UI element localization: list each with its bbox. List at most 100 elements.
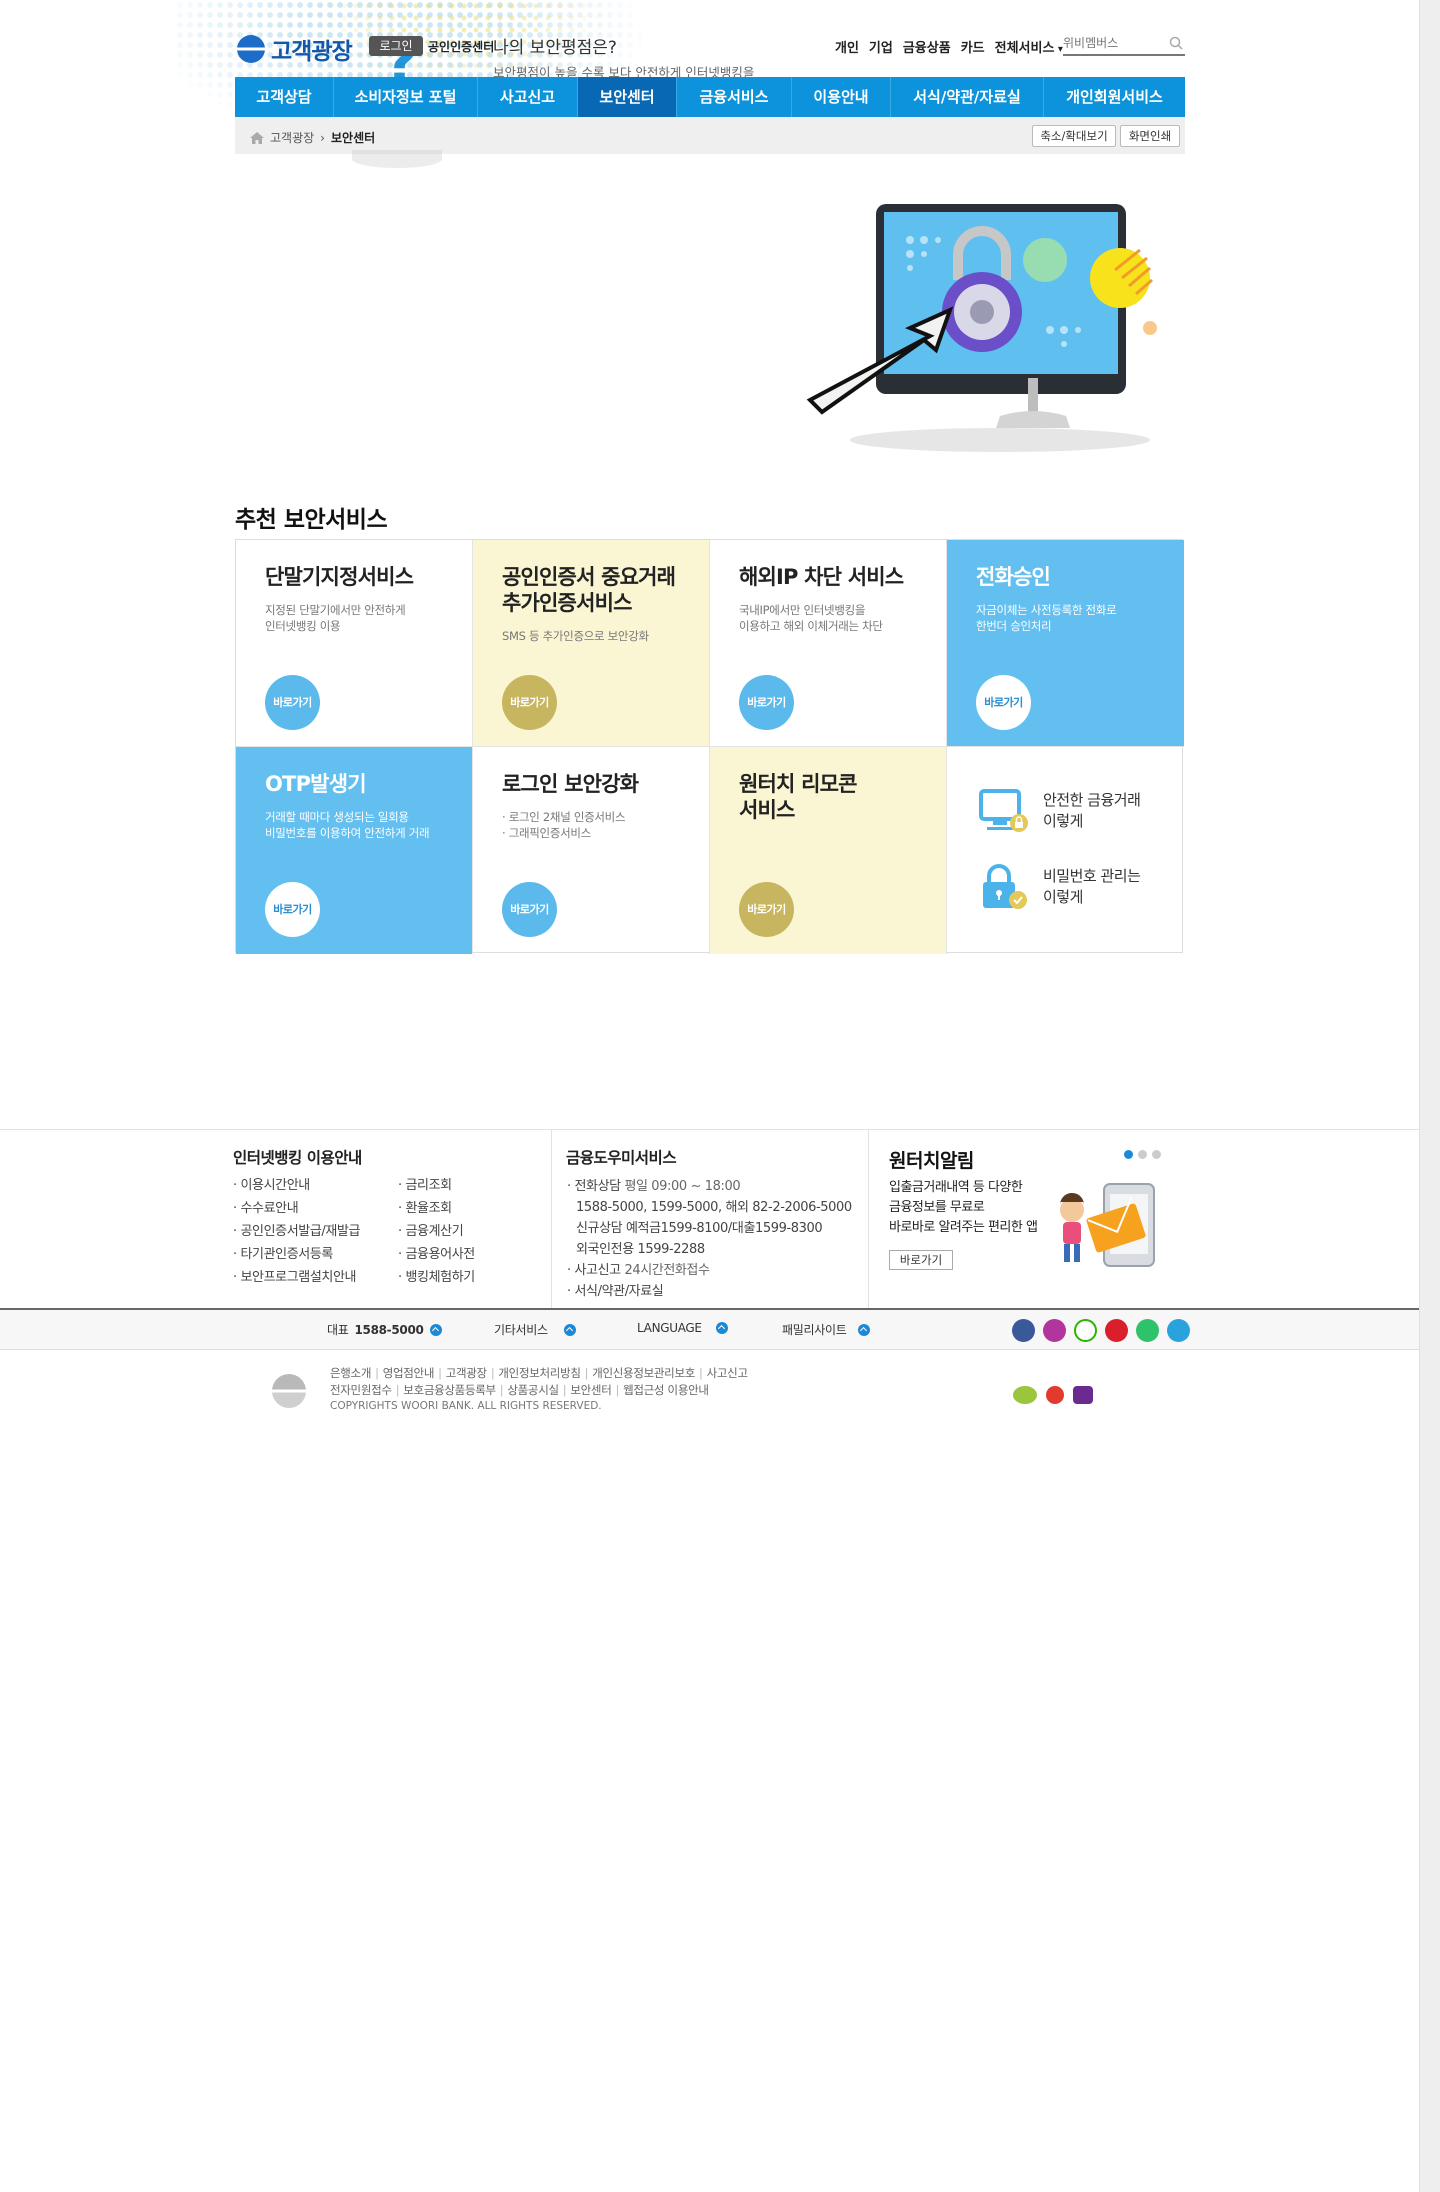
go-button[interactable]: 바로가기 xyxy=(739,675,794,730)
certification-mark-icon xyxy=(1073,1386,1093,1404)
language-dropdown[interactable]: LANGUAGE xyxy=(637,1321,728,1335)
footer-divider xyxy=(868,1129,869,1309)
nav-forms-terms[interactable]: 서식/약관/자료실 xyxy=(891,77,1044,117)
home-icon[interactable] xyxy=(250,131,264,144)
phone-hours: 평일 09:00 ~ 18:00 xyxy=(624,1179,741,1194)
ib-link[interactable]: 금융용어사전 xyxy=(398,1243,475,1266)
service-tile-device[interactable]: 단말기지정서비스 지정된 단말기에서만 안전하게 인터넷뱅킹 이용 바로가기 xyxy=(236,540,473,747)
nav-personal-member[interactable]: 개인회원서비스 xyxy=(1044,77,1185,117)
ib-link[interactable]: 수수료안내 xyxy=(233,1197,360,1220)
security-score-title[interactable]: 나의 보안평점은? xyxy=(493,33,617,58)
social-links xyxy=(1012,1319,1190,1342)
helper-service-list: · 전화상담 평일 09:00 ~ 18:00 1588-5000, 1599-… xyxy=(567,1179,852,1299)
ib-link[interactable]: 환율조회 xyxy=(398,1197,475,1220)
corp-link[interactable]: 개인신용정보관리보호 xyxy=(592,1366,695,1380)
vertical-scrollbar[interactable] xyxy=(1419,0,1440,2192)
top-link-all-services[interactable]: 전체서비스 xyxy=(995,37,1063,56)
corp-link[interactable]: 보안센터 xyxy=(570,1383,611,1397)
tip-safe-transaction[interactable]: 안전한 금융거래 이렇게 xyxy=(979,789,1141,833)
corp-link[interactable]: 개인정보처리방침 xyxy=(498,1366,581,1380)
corp-link[interactable]: 전자민원접수 xyxy=(330,1383,392,1397)
facebook-icon[interactable] xyxy=(1012,1319,1035,1342)
corp-link[interactable]: 상품공시실 xyxy=(507,1383,559,1397)
top-link-products[interactable]: 금융상품 xyxy=(903,37,951,56)
go-button[interactable]: 바로가기 xyxy=(739,882,794,937)
section-title: 추천 보안서비스 xyxy=(235,507,388,533)
go-button[interactable]: 바로가기 xyxy=(976,675,1031,730)
corp-link[interactable]: 영업점안내 xyxy=(383,1366,435,1380)
breadcrumb-current: 보안센터 xyxy=(330,131,376,145)
quality-mark-icon xyxy=(1046,1386,1064,1404)
go-button[interactable]: 바로가기 xyxy=(265,675,320,730)
service-tile-foreign-ip[interactable]: 해외IP 차단 서비스 국내IP에서만 인터넷뱅킹을 이용하고 해외 이체거래는… xyxy=(710,540,947,747)
service-tile-otp[interactable]: OTP발생기 거래할 때마다 생성되는 일회용 비밀번호를 이용하여 안전하게 … xyxy=(236,747,473,954)
corp-link[interactable]: 웹접근성 이용안내 xyxy=(623,1383,709,1397)
login-button[interactable]: 로그인 xyxy=(369,36,423,56)
ib-link[interactable]: 금융계산기 xyxy=(398,1220,475,1243)
service-title: 단말기지정서비스 xyxy=(265,565,414,589)
service-tile-cert-auth[interactable]: 공인인증서 중요거래 추가인증서비스 SMS 등 추가인증으로 보안강화 바로가… xyxy=(473,540,710,747)
service-title: 해외IP 차단 서비스 xyxy=(739,565,904,589)
family-site-dropdown[interactable]: 패밀리사이트 xyxy=(782,1321,871,1338)
woori-logo-icon xyxy=(237,35,265,63)
nav-consumer-portal[interactable]: 소비자정보 포털 xyxy=(334,77,478,117)
ib-link[interactable]: 뱅킹체험하기 xyxy=(398,1266,475,1289)
search-input[interactable] xyxy=(1063,32,1161,54)
etc-services-dropdown[interactable]: 기타서비스 xyxy=(494,1321,576,1338)
service-tile-one-touch[interactable]: 원터치 리모콘 서비스 바로가기 xyxy=(710,747,947,954)
twitter-icon[interactable] xyxy=(1167,1319,1190,1342)
service-desc: 지정된 단말기에서만 안전하게 인터넷뱅킹 이용 xyxy=(265,603,406,633)
print-button[interactable]: 화면인쇄 xyxy=(1120,125,1180,147)
page: 고객광장 ? 로그인 공인인증센터 나의 보안평점은? 보안평점이 높을 수록 … xyxy=(0,0,1419,2192)
corp-link[interactable]: 고객광장 xyxy=(446,1366,487,1380)
ib-link[interactable]: 공인인증서발급/재발급 xyxy=(233,1220,360,1243)
site-logo[interactable]: 고객광장 xyxy=(237,32,353,66)
security-tips-tile: 안전한 금융거래 이렇게 비밀번호 관리는 이렇게 xyxy=(947,747,1184,954)
blog-icon[interactable] xyxy=(1074,1319,1097,1342)
pager-dot[interactable] xyxy=(1152,1150,1161,1159)
nav-customer-consult[interactable]: 고객상담 xyxy=(235,77,334,117)
nav-security-center[interactable]: 보안센터 xyxy=(578,77,677,117)
corp-link[interactable]: 보호금융상품등록부 xyxy=(403,1383,496,1397)
ib-link[interactable]: 타기관인증서등록 xyxy=(233,1243,360,1266)
service-desc: · 로그인 2채널 인증서비스 · 그래픽인증서비스 xyxy=(502,810,626,840)
chevron-up-icon xyxy=(858,1323,871,1336)
decor-swirl xyxy=(352,150,442,168)
pager-dot[interactable] xyxy=(1138,1150,1147,1159)
forms-link[interactable]: 서식/약관/자료실 xyxy=(574,1284,663,1299)
search-icon[interactable] xyxy=(1169,36,1183,50)
top-link-card[interactable]: 카드 xyxy=(961,37,985,56)
service-tile-phone-approval[interactable]: 전화승인 자금이체는 사전등록한 전화로 한번더 승인처리 바로가기 xyxy=(947,540,1184,747)
logo-text: 고객광장 xyxy=(271,39,353,65)
corp-link[interactable]: 은행소개 xyxy=(330,1366,371,1380)
phone-consult-label[interactable]: 전화상담 xyxy=(574,1179,621,1194)
alarm-pager xyxy=(1124,1150,1161,1159)
top-link-business[interactable]: 기업 xyxy=(869,37,893,56)
zoom-button[interactable]: 축소/확대보기 xyxy=(1032,125,1116,147)
service-tile-login-security[interactable]: 로그인 보안강화 · 로그인 2채널 인증서비스 · 그래픽인증서비스 바로가기 xyxy=(473,747,710,954)
alarm-title: 원터치알림 xyxy=(889,1150,974,1172)
ib-link[interactable]: 금리조회 xyxy=(398,1174,475,1197)
alarm-go-button[interactable]: 바로가기 xyxy=(889,1250,953,1270)
go-button[interactable]: 바로가기 xyxy=(265,882,320,937)
rep-number-value: 1588-5000 xyxy=(354,1322,424,1337)
nav-accident-report[interactable]: 사고신고 xyxy=(478,77,578,117)
go-button[interactable]: 바로가기 xyxy=(502,675,557,730)
youtube-icon[interactable] xyxy=(1105,1319,1128,1342)
pager-dot[interactable] xyxy=(1124,1150,1133,1159)
tip-password-management[interactable]: 비밀번호 관리는 이렇게 xyxy=(979,863,1141,911)
nav-financial-services[interactable]: 금융서비스 xyxy=(677,77,792,117)
go-button[interactable]: 바로가기 xyxy=(502,882,557,937)
woori-bank-logo-icon xyxy=(272,1374,306,1408)
top-link-personal[interactable]: 개인 xyxy=(835,37,859,56)
rep-number[interactable]: 대표 1588-5000 xyxy=(327,1321,442,1338)
play-icon[interactable] xyxy=(1136,1319,1159,1342)
nav-usage-guide[interactable]: 이용안내 xyxy=(792,77,891,117)
instagram-icon[interactable] xyxy=(1043,1319,1066,1342)
cert-center-link[interactable]: 공인인증센터 xyxy=(428,38,494,55)
breadcrumb-home[interactable]: 고객광장 xyxy=(270,129,314,146)
ib-link[interactable]: 보안프로그램설치안내 xyxy=(233,1266,360,1289)
accident-report-label[interactable]: 사고신고 xyxy=(574,1263,621,1278)
ib-link[interactable]: 이용시간안내 xyxy=(233,1174,360,1197)
corp-link[interactable]: 사고신고 xyxy=(707,1366,748,1380)
